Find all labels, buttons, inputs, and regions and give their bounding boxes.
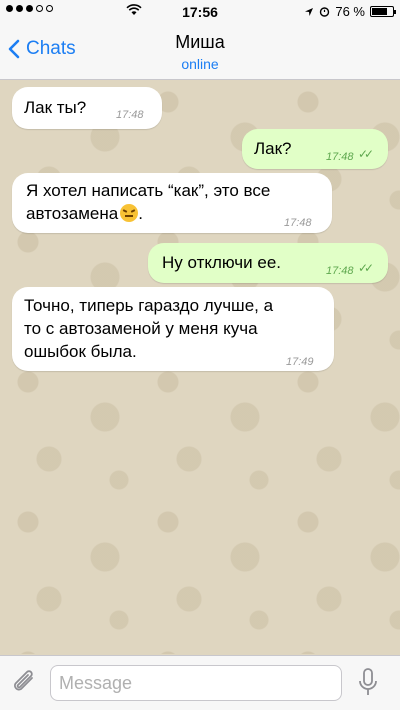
message-bubble-incoming[interactable]: Точно, типерь гараздо лучше, а то с авто… [12, 287, 334, 371]
read-checkmarks-icon: ✓✓ [358, 147, 374, 161]
message-time: 17:48 [284, 217, 312, 229]
message-time: 17:48 [326, 151, 354, 163]
message-time: 17:48 [326, 265, 354, 277]
message-bubble-outgoing[interactable]: Ну отключи ее. 17:48 ✓✓ [148, 243, 388, 283]
message-input[interactable] [50, 665, 342, 701]
message-text-line: автозамена [26, 204, 119, 223]
status-bar: 17:56 76 % [0, 0, 400, 24]
message-text-line: Точно, типерь гараздо лучше, а [24, 296, 274, 315]
message-text-line: Я хотел написать “как”, это все [26, 181, 271, 200]
message-text-line: то с автозаменой у меня куча [24, 319, 258, 338]
contact-name[interactable]: Миша [0, 32, 400, 53]
confounded-face-emoji-icon [120, 204, 139, 222]
read-checkmarks-icon: ✓✓ [358, 261, 374, 275]
battery-percent: 76 % [335, 4, 365, 19]
message-bubble-incoming[interactable]: Я хотел написать “как”, это все автозаме… [12, 173, 332, 233]
microphone-icon[interactable] [357, 667, 379, 699]
message-input-bar [0, 655, 400, 710]
battery-icon [370, 6, 396, 17]
message-bubble-outgoing[interactable]: Лак? 17:48 ✓✓ [242, 129, 388, 169]
paperclip-icon[interactable] [12, 668, 38, 698]
chat-header: Chats Миша online [0, 24, 400, 80]
location-arrow-icon [305, 7, 314, 16]
message-text-suffix: . [138, 204, 143, 223]
alarm-clock-icon [320, 7, 330, 17]
message-list[interactable]: Лак ты? 17:48 Лак? 17:48 ✓✓ Я хотел напи… [0, 81, 400, 654]
contact-status: online [181, 56, 219, 72]
message-time: 17:48 [116, 109, 144, 121]
message-bubble-incoming[interactable]: Лак ты? 17:48 [12, 87, 162, 129]
message-text: Ну отключи ее. [162, 253, 281, 272]
message-time: 17:49 [286, 356, 314, 368]
